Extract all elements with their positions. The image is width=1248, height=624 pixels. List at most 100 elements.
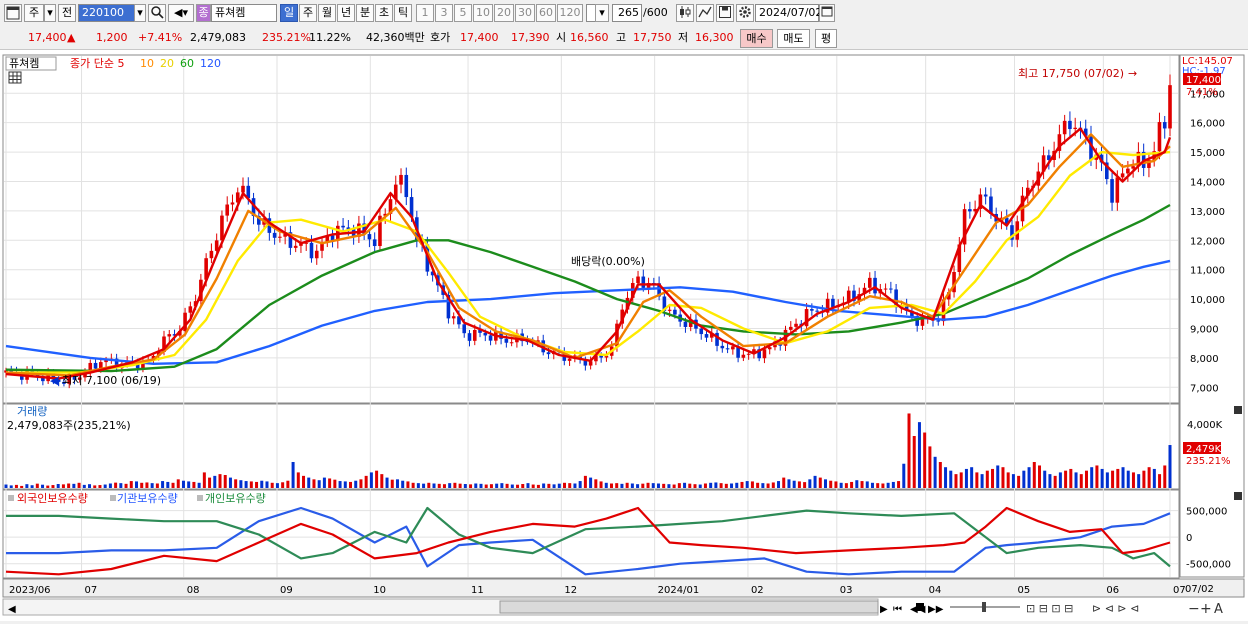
volume-bar: [975, 472, 979, 488]
volume-bar: [844, 483, 848, 488]
y-tick-label: 14,000: [1190, 177, 1225, 188]
interval-button-10[interactable]: 10: [473, 4, 493, 22]
volume-bar: [145, 482, 149, 488]
volume-bar: [536, 484, 540, 488]
candle-body: [209, 250, 214, 259]
gear-icon[interactable]: [736, 4, 754, 22]
interval-button-30[interactable]: 30: [515, 4, 535, 22]
legend-foreign[interactable]: 외국인보유수량: [17, 492, 88, 505]
stock-code-input[interactable]: 220100: [78, 4, 136, 22]
count-input[interactable]: 265: [612, 4, 642, 22]
volume-bar: [589, 477, 593, 488]
period-button-second[interactable]: 초: [375, 4, 393, 22]
interval-button-5[interactable]: 5: [454, 4, 472, 22]
stop-icon[interactable]: [916, 603, 924, 611]
legend-ma5[interactable]: 종가 단순 5: [70, 57, 124, 70]
volume-bar: [552, 484, 556, 488]
legend-institution[interactable]: 기관보유수량: [117, 492, 178, 505]
scroll-start-icon[interactable]: ⏮: [893, 604, 902, 615]
stock-name-field[interactable]: 퓨쳐켐: [211, 4, 277, 22]
zoom-in-icon[interactable]: +: [1200, 601, 1212, 617]
speaker-icon[interactable]: ◀▾: [168, 4, 194, 22]
candle-body: [1062, 120, 1067, 135]
interval-button-20[interactable]: 20: [494, 4, 514, 22]
volume-bar: [505, 483, 509, 488]
search-icon[interactable]: [148, 4, 166, 22]
layout-icons[interactable]: ⊡ ⊟ ⊡ ⊟: [1026, 602, 1073, 615]
x-tick-label: 06: [1106, 585, 1119, 596]
volume-bar: [140, 482, 144, 488]
candle-body: [1131, 166, 1135, 169]
prev-button[interactable]: 전: [58, 4, 76, 22]
volume-close-icon[interactable]: [1234, 406, 1242, 414]
volume-bar: [77, 482, 81, 488]
tool-icons[interactable]: ⊳ ⊲ ⊳ ⊲: [1092, 602, 1139, 615]
interval-dropdown-icon[interactable]: ▾: [595, 4, 609, 22]
holdings-panel[interactable]: [2, 489, 1180, 579]
volume-bar: [448, 483, 452, 488]
x-tick-label: 12: [564, 585, 577, 596]
sell-button[interactable]: 매도: [777, 29, 810, 48]
volume-bar: [1079, 474, 1083, 488]
candle-type-icon[interactable]: [676, 4, 694, 22]
period-button-year[interactable]: 년: [337, 4, 355, 22]
volume-bar: [630, 483, 634, 488]
interval-button-120[interactable]: 120: [557, 4, 583, 22]
legend-ma20[interactable]: 20: [160, 57, 174, 70]
scroll-next-icon[interactable]: ▶▶: [928, 604, 944, 615]
period-type-select[interactable]: 주: [24, 4, 44, 22]
interval-button-60[interactable]: 60: [536, 4, 556, 22]
volume-bar: [359, 479, 363, 488]
candle-body: [1073, 127, 1077, 130]
volume-bar: [129, 481, 133, 488]
candle-body: [1162, 122, 1167, 129]
volume-bar: [1064, 470, 1068, 488]
code-dropdown-icon[interactable]: ▾: [134, 4, 146, 22]
period-button-tick[interactable]: 틱: [394, 4, 412, 22]
scrollbar-thumb[interactable]: [499, 600, 879, 614]
save-icon[interactable]: [716, 4, 734, 22]
candle-body: [983, 194, 988, 197]
chart-area[interactable]: 17,000 16,000 15,000 14,000 13,000 12,000 11,0…: [0, 50, 1248, 621]
period-button-day[interactable]: 일: [280, 4, 298, 22]
holdings-close-icon[interactable]: [1234, 492, 1242, 500]
scroll-left-icon[interactable]: ◀: [8, 604, 16, 615]
buy-button[interactable]: 매수: [740, 29, 773, 48]
candle-body: [873, 277, 877, 294]
date-input[interactable]: 2024/07/02: [755, 4, 822, 22]
legend-ma60[interactable]: 60: [180, 57, 194, 70]
open-price: 16,560: [570, 31, 609, 44]
chart-window-icon[interactable]: [4, 4, 22, 22]
volume-bar: [495, 483, 499, 488]
zoom-out-icon[interactable]: −: [1188, 601, 1200, 617]
volume-bar: [395, 479, 399, 488]
text-tool-icon[interactable]: A: [1214, 602, 1223, 617]
toolbar: 주 ▾ 전 220100 ▾ ◀▾ 종 퓨쳐켐 일 주 월 년 분 초 틱 1 …: [0, 0, 1248, 28]
legend-ma10[interactable]: 10: [140, 57, 154, 70]
volume-bar: [88, 484, 92, 488]
period-type-dropdown-icon[interactable]: ▾: [44, 4, 56, 22]
turnover-rate: 11.22%: [309, 31, 351, 44]
period-button-week[interactable]: 주: [299, 4, 317, 22]
grid-toggle-icon[interactable]: [8, 71, 22, 84]
candle-body: [741, 354, 746, 358]
interval-button-3[interactable]: 3: [435, 4, 453, 22]
period-button-month[interactable]: 월: [318, 4, 336, 22]
legend-individual[interactable]: 개인보유수량: [205, 492, 266, 505]
scroll-right-icon[interactable]: ▶: [880, 604, 888, 615]
volume-bar: [181, 480, 185, 488]
volume-bar: [406, 481, 410, 488]
volume-bar: [557, 483, 561, 488]
zoom-slider-handle[interactable]: [982, 602, 986, 612]
interval-button-1[interactable]: 1: [416, 4, 434, 22]
holdings-y-tick: 0: [1186, 533, 1192, 544]
calendar-icon[interactable]: [819, 4, 835, 22]
volume-bar: [302, 475, 306, 488]
legend-ma120[interactable]: 120: [200, 57, 221, 70]
evaluate-button[interactable]: 평: [815, 29, 837, 48]
period-button-minute[interactable]: 분: [356, 4, 374, 22]
chart-title: 퓨쳐켐: [9, 57, 39, 70]
volume-bar: [1100, 468, 1104, 488]
candle-body: [767, 347, 772, 350]
draw-tool-icon[interactable]: [696, 4, 714, 22]
